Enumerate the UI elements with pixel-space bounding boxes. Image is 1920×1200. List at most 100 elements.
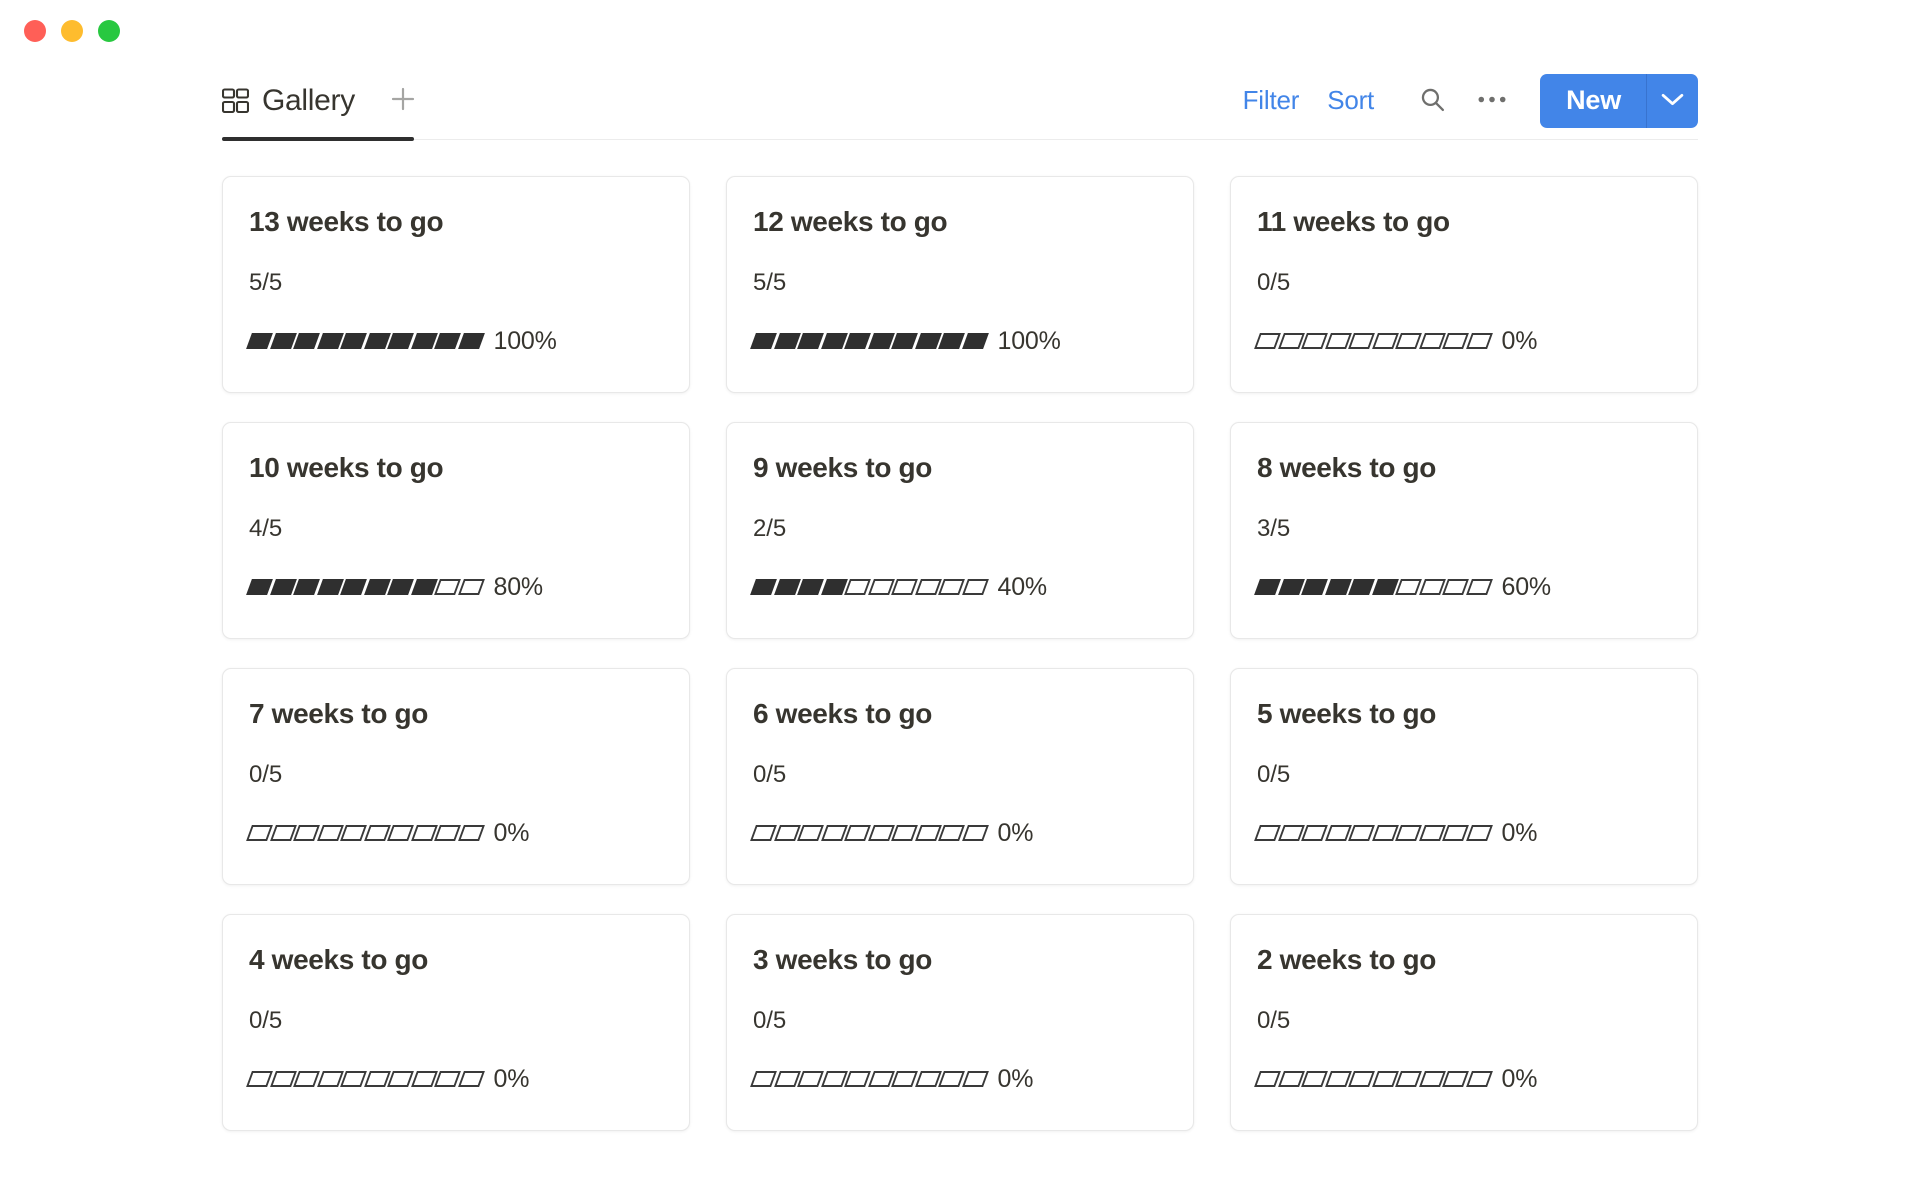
gallery-card[interactable]: 6 weeks to go0/50% (726, 668, 1194, 885)
progress-segment-empty (1301, 333, 1328, 349)
gallery-card-progress: 0% (753, 819, 1167, 848)
progress-segment-filled (246, 333, 273, 349)
progress-segment-empty (434, 1071, 461, 1087)
gallery-card-progress: 100% (753, 327, 1167, 356)
gallery-card[interactable]: 12 weeks to go5/5100% (726, 176, 1194, 393)
progress-segment-empty (750, 1071, 777, 1087)
gallery-card-progress: 40% (753, 573, 1167, 602)
progress-percent-label: 100% (494, 327, 557, 356)
progress-segment-empty (891, 579, 918, 595)
progress-segment-empty (1325, 825, 1352, 841)
new-button[interactable]: New (1540, 74, 1646, 128)
progress-segment-empty (1348, 333, 1375, 349)
progress-segment-empty (1419, 1071, 1446, 1087)
search-icon (1419, 86, 1446, 116)
plus-icon (390, 86, 416, 115)
gallery-card-title: 10 weeks to go (249, 451, 663, 485)
sort-button[interactable]: Sort (1313, 79, 1388, 122)
gallery-card[interactable]: 5 weeks to go0/50% (1230, 668, 1698, 885)
progress-segment-empty (1254, 333, 1281, 349)
progress-segment-empty (938, 825, 965, 841)
gallery-card-count: 0/5 (1257, 269, 1671, 297)
gallery-card-progress: 100% (249, 327, 663, 356)
progress-segment-empty (962, 825, 989, 841)
progress-segment-empty (1419, 333, 1446, 349)
gallery-card[interactable]: 4 weeks to go0/50% (222, 914, 690, 1131)
progress-percent-label: 0% (1502, 327, 1538, 356)
progress-bar (1257, 333, 1490, 349)
progress-segment-empty (821, 1071, 848, 1087)
gallery-card-title: 4 weeks to go (249, 943, 663, 977)
gallery-card[interactable]: 7 weeks to go0/50% (222, 668, 690, 885)
gallery-card-progress: 0% (1257, 327, 1671, 356)
progress-segment-empty (387, 1071, 414, 1087)
progress-segment-empty (434, 579, 461, 595)
progress-segment-empty (1348, 1071, 1375, 1087)
progress-segment-filled (364, 333, 391, 349)
progress-bar (753, 1071, 986, 1087)
progress-segment-filled (1278, 579, 1305, 595)
progress-segment-filled (434, 333, 461, 349)
progress-percent-label: 40% (998, 573, 1047, 602)
gallery-card[interactable]: 11 weeks to go0/50% (1230, 176, 1698, 393)
new-dropdown-button[interactable] (1646, 74, 1698, 128)
progress-segment-empty (458, 1071, 485, 1087)
progress-segment-empty (774, 825, 801, 841)
more-options-button[interactable] (1466, 77, 1518, 125)
gallery-card-progress: 0% (1257, 1065, 1671, 1094)
gallery-card-progress: 0% (249, 1065, 663, 1094)
gallery-card[interactable]: 3 weeks to go0/50% (726, 914, 1194, 1131)
gallery-card-count: 5/5 (753, 269, 1167, 297)
progress-segment-empty (340, 825, 367, 841)
progress-segment-filled (387, 333, 414, 349)
progress-segment-empty (364, 1071, 391, 1087)
zoom-window-button[interactable] (98, 20, 120, 42)
gallery-card-count: 0/5 (1257, 761, 1671, 789)
progress-segment-empty (797, 825, 824, 841)
progress-segment-empty (774, 1071, 801, 1087)
tab-gallery[interactable]: Gallery (222, 62, 365, 139)
minimize-window-button[interactable] (61, 20, 83, 42)
progress-segment-filled (938, 333, 965, 349)
gallery-card-progress: 60% (1257, 573, 1671, 602)
progress-segment-empty (891, 1071, 918, 1087)
gallery-card[interactable]: 10 weeks to go4/580% (222, 422, 690, 639)
close-window-button[interactable] (24, 20, 46, 42)
gallery-card[interactable]: 2 weeks to go0/50% (1230, 914, 1698, 1131)
progress-segment-empty (1301, 1071, 1328, 1087)
gallery-card[interactable]: 13 weeks to go5/5100% (222, 176, 690, 393)
progress-segment-empty (1254, 1071, 1281, 1087)
progress-segment-empty (891, 825, 918, 841)
progress-segment-filled (750, 333, 777, 349)
progress-segment-filled (797, 333, 824, 349)
progress-segment-filled (962, 333, 989, 349)
progress-segment-empty (1372, 825, 1399, 841)
progress-segment-empty (1325, 1071, 1352, 1087)
progress-segment-empty (1466, 1071, 1493, 1087)
progress-segment-empty (270, 825, 297, 841)
progress-segment-empty (915, 1071, 942, 1087)
gallery-card-progress: 80% (249, 573, 663, 602)
progress-segment-empty (317, 1071, 344, 1087)
progress-segment-filled (317, 579, 344, 595)
progress-segment-filled (774, 579, 801, 595)
gallery-card-count: 0/5 (753, 1007, 1167, 1035)
gallery-card-count: 2/5 (753, 515, 1167, 543)
gallery-card[interactable]: 8 weeks to go3/560% (1230, 422, 1698, 639)
search-button[interactable] (1406, 77, 1458, 125)
ellipsis-icon (1477, 93, 1507, 108)
filter-button[interactable]: Filter (1229, 79, 1314, 122)
progress-bar (1257, 579, 1490, 595)
chevron-down-icon (1661, 92, 1684, 110)
progress-segment-filled (246, 579, 273, 595)
progress-segment-filled (458, 333, 485, 349)
progress-percent-label: 0% (998, 1065, 1034, 1094)
gallery-card-title: 9 weeks to go (753, 451, 1167, 485)
progress-segment-empty (938, 1071, 965, 1087)
progress-segment-empty (1278, 333, 1305, 349)
progress-percent-label: 100% (998, 327, 1061, 356)
progress-segment-empty (293, 825, 320, 841)
progress-segment-filled (1254, 579, 1281, 595)
add-view-button[interactable] (381, 79, 425, 123)
gallery-card[interactable]: 9 weeks to go 2/5 40% (726, 422, 1194, 639)
